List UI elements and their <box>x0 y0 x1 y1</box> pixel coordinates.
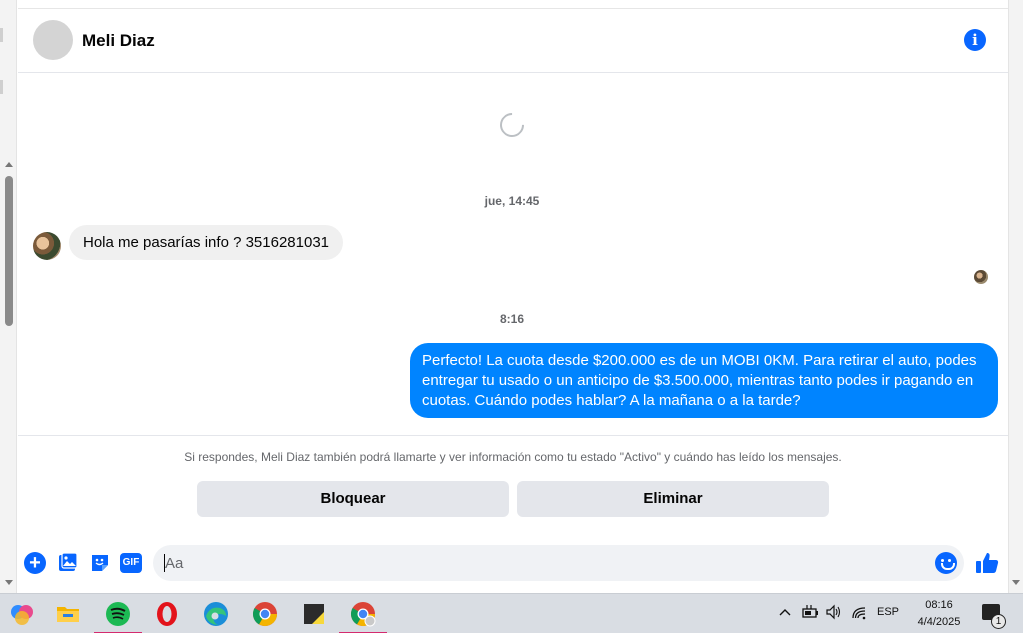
edge-icon <box>204 602 228 626</box>
spotify-button[interactable] <box>94 594 142 633</box>
sender-avatar[interactable] <box>33 232 61 260</box>
edge-marker <box>0 28 3 42</box>
contact-name[interactable]: Meli Diaz <box>82 31 155 51</box>
edge-button[interactable] <box>192 594 240 633</box>
chrome-button[interactable] <box>241 594 289 633</box>
right-scrollbar[interactable] <box>1008 0 1023 593</box>
file-explorer-button[interactable] <box>44 594 92 633</box>
sticky-notes-icon <box>304 604 324 624</box>
input-language[interactable]: ESP <box>877 606 899 618</box>
scroll-down-arrow-icon[interactable] <box>1012 580 1020 585</box>
file-explorer-icon <box>57 607 79 622</box>
spotify-icon <box>106 602 130 626</box>
photo-icon[interactable] <box>57 552 79 574</box>
chevron-up-icon[interactable] <box>779 607 791 617</box>
copilot-button[interactable] <box>0 594 48 633</box>
block-button[interactable]: Bloquear <box>197 481 509 517</box>
emoji-icon[interactable] <box>935 552 957 574</box>
incoming-message-bubble[interactable]: Hola me pasarías info ? 3516281031 <box>69 225 344 260</box>
chrome-profile-icon <box>350 602 376 627</box>
contact-avatar[interactable] <box>33 20 73 60</box>
volume-icon[interactable] <box>825 604 843 620</box>
clock-date[interactable]: 4/4/2025 <box>912 616 966 628</box>
plus-icon[interactable]: + <box>24 552 46 574</box>
copilot-icon <box>11 605 33 625</box>
delete-button[interactable]: Eliminar <box>517 481 829 517</box>
message-timestamp: jue, 14:45 <box>484 194 540 208</box>
message-request-notice: Si respondes, Meli Diaz también podrá ll… <box>184 450 842 464</box>
message-input[interactable] <box>165 545 925 581</box>
outgoing-message-bubble[interactable]: Perfecto! La cuota desde $200.000 es de … <box>410 343 998 418</box>
windows-taskbar: ESP 08:16 4/4/2025 1 <box>0 593 1023 633</box>
message-composer[interactable] <box>153 545 964 581</box>
left-scrollbar[interactable] <box>0 0 17 593</box>
edge-marker <box>0 80 3 94</box>
thumbs-up-icon[interactable] <box>975 551 999 575</box>
opera-icon <box>157 602 177 626</box>
wifi-icon[interactable] <box>851 604 869 620</box>
sticky-notes-button[interactable] <box>290 594 338 633</box>
gif-icon[interactable]: GIF <box>120 553 142 573</box>
opera-button[interactable] <box>143 594 191 633</box>
notification-count-badge: 1 <box>991 614 1006 629</box>
loading-spinner-icon <box>495 108 529 142</box>
message-timestamp: 8:16 <box>499 312 525 326</box>
conversation-header: Meli Diaz i <box>18 9 1008 73</box>
info-icon[interactable]: i <box>964 29 986 51</box>
chrome-icon <box>252 602 277 627</box>
clock-time[interactable]: 08:16 <box>921 599 957 611</box>
divider <box>18 435 1008 436</box>
chrome-profile-button[interactable] <box>339 594 387 633</box>
battery-power-icon[interactable] <box>801 605 819 619</box>
seen-indicator-avatar <box>974 270 988 284</box>
scrollbar-thumb[interactable] <box>5 176 13 326</box>
scroll-down-arrow-icon[interactable] <box>5 580 13 585</box>
screen: Meli Diaz i jue, 14:45 Hola me pasarías … <box>0 0 1023 633</box>
scroll-up-arrow-icon[interactable] <box>5 162 13 167</box>
sticker-icon[interactable] <box>89 552 111 574</box>
